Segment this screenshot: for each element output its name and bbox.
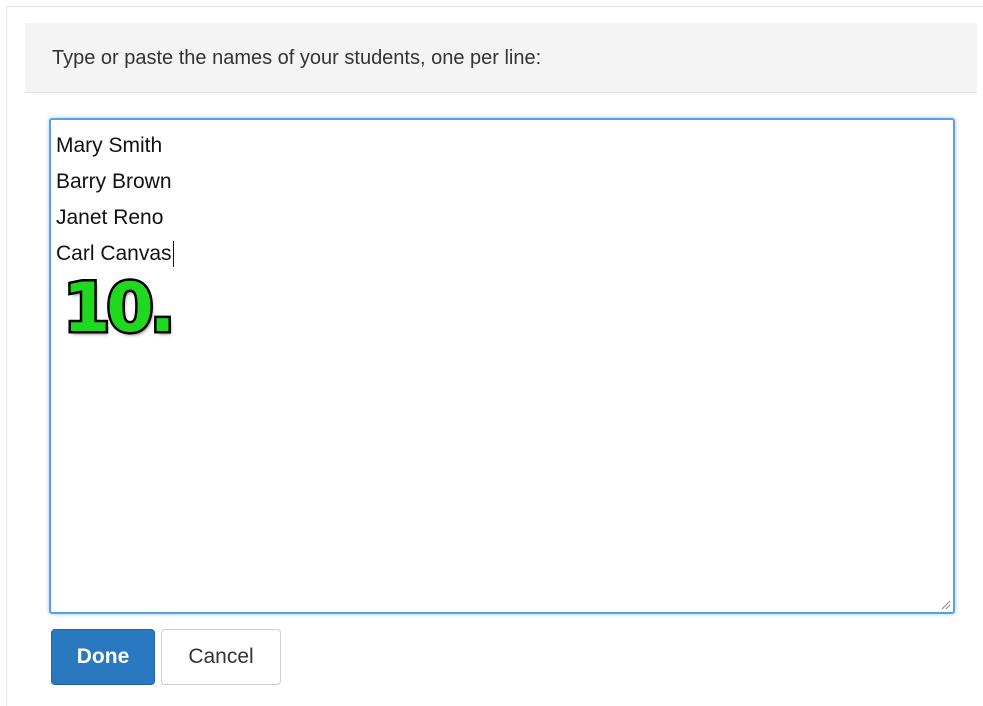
name-line: Carl Canvas xyxy=(56,236,174,272)
resize-grip-icon[interactable] xyxy=(939,598,951,610)
student-names-dialog: Type or paste the names of your students… xyxy=(6,6,983,706)
text-caret xyxy=(172,241,174,268)
student-names-textarea[interactable]: Mary Smith Barry Brown Janet Reno Carl C… xyxy=(49,118,955,614)
dialog-header: Type or paste the names of your students… xyxy=(25,23,977,93)
name-line: Janet Reno xyxy=(56,206,164,229)
instruction-text: Type or paste the names of your students… xyxy=(52,47,542,69)
cancel-button[interactable]: Cancel xyxy=(161,629,281,685)
done-button[interactable]: Done xyxy=(51,629,155,685)
step-number-annotation: 10. xyxy=(60,269,178,348)
names-list: Mary Smith Barry Brown Janet Reno Carl C… xyxy=(56,128,174,272)
name-line: Barry Brown xyxy=(56,170,172,193)
name-line: Mary Smith xyxy=(56,134,163,157)
